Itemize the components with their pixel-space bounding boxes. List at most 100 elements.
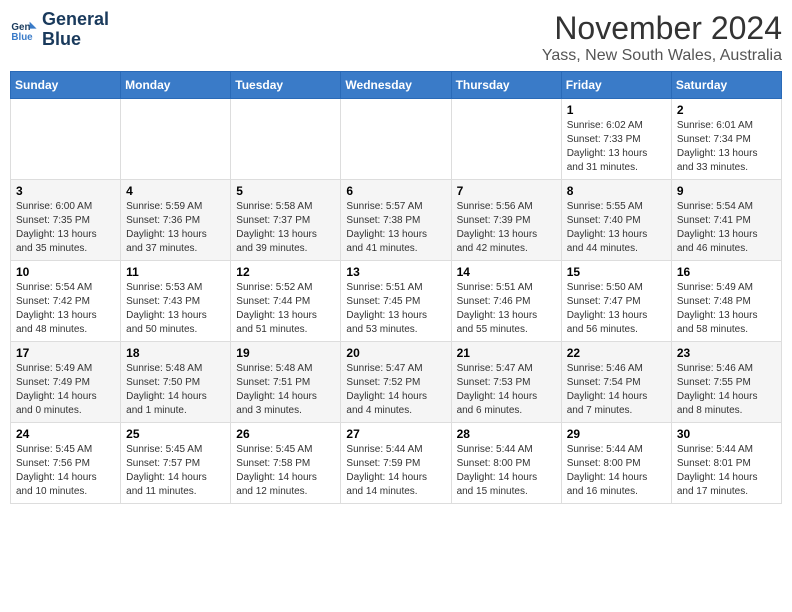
calendar-cell: 4 Sunrise: 5:59 AM Sunset: 7:36 PM Daylig… [121,180,231,261]
day-info: Sunrise: 5:46 AM Sunset: 7:55 PM Dayligh… [677,362,776,418]
day-number: 24 [16,427,115,441]
day-info: Sunrise: 5:59 AM Sunset: 7:36 PM Dayligh… [126,200,225,256]
day-info: Sunrise: 5:51 AM Sunset: 7:45 PM Dayligh… [346,281,445,337]
calendar-cell: 26 Sunrise: 5:45 AM Sunset: 7:58 PM Dayli… [231,423,341,504]
day-info: Sunrise: 5:47 AM Sunset: 7:53 PM Dayligh… [457,362,556,418]
day-info: Sunrise: 5:44 AM Sunset: 8:00 PM Dayligh… [567,443,666,499]
day-number: 15 [567,265,666,279]
day-info: Sunrise: 5:57 AM Sunset: 7:38 PM Dayligh… [346,200,445,256]
week-row-2: 3 Sunrise: 6:00 AM Sunset: 7:35 PM Daylig… [11,180,782,261]
day-headers-row: SundayMondayTuesdayWednesdayThursdayFrid… [11,72,782,99]
calendar-cell: 30Sunrise: 5:44 AM Sunset: 8:01 PM Dayli… [671,423,781,504]
day-header-thursday: Thursday [451,72,561,99]
calendar-cell [341,99,451,180]
day-header-wednesday: Wednesday [341,72,451,99]
day-header-tuesday: Tuesday [231,72,341,99]
calendar-cell: 19 Sunrise: 5:48 AM Sunset: 7:51 PM Dayli… [231,342,341,423]
calendar-cell: 29 Sunrise: 5:44 AM Sunset: 8:00 PM Dayli… [561,423,671,504]
day-number: 26 [236,427,335,441]
calendar-cell: 9 Sunrise: 5:54 AM Sunset: 7:41 PM Daylig… [671,180,781,261]
day-number: 19 [236,346,335,360]
calendar-title: November 2024 [542,10,782,47]
day-info: Sunrise: 5:44 AM Sunset: 8:00 PM Dayligh… [457,443,556,499]
day-number: 21 [457,346,556,360]
day-info: Sunrise: 5:54 AM Sunset: 7:42 PM Dayligh… [16,281,115,337]
day-info: Sunrise: 5:48 AM Sunset: 7:50 PM Dayligh… [126,362,225,418]
day-info: Sunrise: 5:47 AM Sunset: 7:52 PM Dayligh… [346,362,445,418]
calendar-cell: 17 Sunrise: 5:49 AM Sunset: 7:49 PM Dayli… [11,342,121,423]
day-info: Sunrise: 5:45 AM Sunset: 7:58 PM Dayligh… [236,443,335,499]
day-number: 17 [16,346,115,360]
day-number: 12 [236,265,335,279]
calendar-cell: 25 Sunrise: 5:45 AM Sunset: 7:57 PM Dayli… [121,423,231,504]
day-number: 18 [126,346,225,360]
calendar-cell: 10 Sunrise: 5:54 AM Sunset: 7:42 PM Dayli… [11,261,121,342]
calendar-subtitle: Yass, New South Wales, Australia [542,47,782,65]
calendar-cell: 11 Sunrise: 5:53 AM Sunset: 7:43 PM Dayli… [121,261,231,342]
day-info: Sunrise: 6:02 AM Sunset: 7:33 PM Dayligh… [567,119,666,175]
day-number: 10 [16,265,115,279]
day-info: Sunrise: 5:45 AM Sunset: 7:57 PM Dayligh… [126,443,225,499]
logo-text: General Blue [42,10,109,50]
day-number: 13 [346,265,445,279]
day-info: Sunrise: 5:49 AM Sunset: 7:48 PM Dayligh… [677,281,776,337]
day-info: Sunrise: 5:54 AM Sunset: 7:41 PM Dayligh… [677,200,776,256]
day-info: Sunrise: 5:49 AM Sunset: 7:49 PM Dayligh… [16,362,115,418]
week-row-5: 24 Sunrise: 5:45 AM Sunset: 7:56 PM Dayli… [11,423,782,504]
logo: Gen Blue General Blue [10,10,109,50]
day-number: 2 [677,103,776,117]
day-number: 11 [126,265,225,279]
calendar-cell: 7 Sunrise: 5:56 AM Sunset: 7:39 PM Daylig… [451,180,561,261]
calendar-cell: 15 Sunrise: 5:50 AM Sunset: 7:47 PM Dayli… [561,261,671,342]
calendar-cell: 5Sunrise: 5:58 AM Sunset: 7:37 PM Daylig… [231,180,341,261]
day-info: Sunrise: 5:55 AM Sunset: 7:40 PM Dayligh… [567,200,666,256]
week-row-4: 17 Sunrise: 5:49 AM Sunset: 7:49 PM Dayli… [11,342,782,423]
day-number: 28 [457,427,556,441]
day-number: 14 [457,265,556,279]
day-info: Sunrise: 5:52 AM Sunset: 7:44 PM Dayligh… [236,281,335,337]
calendar-cell: 22 Sunrise: 5:46 AM Sunset: 7:54 PM Dayli… [561,342,671,423]
day-info: Sunrise: 5:48 AM Sunset: 7:51 PM Dayligh… [236,362,335,418]
calendar-cell: 27 Sunrise: 5:44 AM Sunset: 7:59 PM Dayli… [341,423,451,504]
day-info: Sunrise: 6:00 AM Sunset: 7:35 PM Dayligh… [16,200,115,256]
day-number: 9 [677,184,776,198]
day-number: 3 [16,184,115,198]
calendar-cell: 13 Sunrise: 5:51 AM Sunset: 7:45 PM Dayli… [341,261,451,342]
day-number: 8 [567,184,666,198]
day-number: 25 [126,427,225,441]
day-info: Sunrise: 5:46 AM Sunset: 7:54 PM Dayligh… [567,362,666,418]
calendar-cell: 3 Sunrise: 6:00 AM Sunset: 7:35 PM Daylig… [11,180,121,261]
day-number: 5 [236,184,335,198]
calendar-cell: 23 Sunrise: 5:46 AM Sunset: 7:55 PM Dayli… [671,342,781,423]
day-info: Sunrise: 5:51 AM Sunset: 7:46 PM Dayligh… [457,281,556,337]
day-number: 7 [457,184,556,198]
calendar-cell: 20 Sunrise: 5:47 AM Sunset: 7:52 PM Dayli… [341,342,451,423]
calendar-cell: 1 Sunrise: 6:02 AM Sunset: 7:33 PM Daylig… [561,99,671,180]
day-info: Sunrise: 5:50 AM Sunset: 7:47 PM Dayligh… [567,281,666,337]
day-header-friday: Friday [561,72,671,99]
calendar-cell [121,99,231,180]
calendar-cell: 6Sunrise: 5:57 AM Sunset: 7:38 PM Daylig… [341,180,451,261]
calendar-cell: 2Sunrise: 6:01 AM Sunset: 7:34 PM Daylig… [671,99,781,180]
day-info: Sunrise: 5:44 AM Sunset: 7:59 PM Dayligh… [346,443,445,499]
day-number: 27 [346,427,445,441]
week-row-3: 10 Sunrise: 5:54 AM Sunset: 7:42 PM Dayli… [11,261,782,342]
calendar-cell: 14 Sunrise: 5:51 AM Sunset: 7:46 PM Dayli… [451,261,561,342]
day-number: 4 [126,184,225,198]
calendar-cell [11,99,121,180]
page-header: Gen Blue General Blue November 2024 Yass… [10,10,782,65]
day-info: Sunrise: 5:44 AM Sunset: 8:01 PM Dayligh… [677,443,776,499]
day-number: 29 [567,427,666,441]
calendar-cell [231,99,341,180]
day-number: 1 [567,103,666,117]
day-number: 20 [346,346,445,360]
day-info: Sunrise: 5:56 AM Sunset: 7:39 PM Dayligh… [457,200,556,256]
calendar-cell: 12 Sunrise: 5:52 AM Sunset: 7:44 PM Dayli… [231,261,341,342]
week-row-1: 1 Sunrise: 6:02 AM Sunset: 7:33 PM Daylig… [11,99,782,180]
calendar-table: SundayMondayTuesdayWednesdayThursdayFrid… [10,71,782,504]
day-info: Sunrise: 5:53 AM Sunset: 7:43 PM Dayligh… [126,281,225,337]
calendar-cell [451,99,561,180]
day-info: Sunrise: 5:45 AM Sunset: 7:56 PM Dayligh… [16,443,115,499]
day-number: 23 [677,346,776,360]
day-number: 22 [567,346,666,360]
